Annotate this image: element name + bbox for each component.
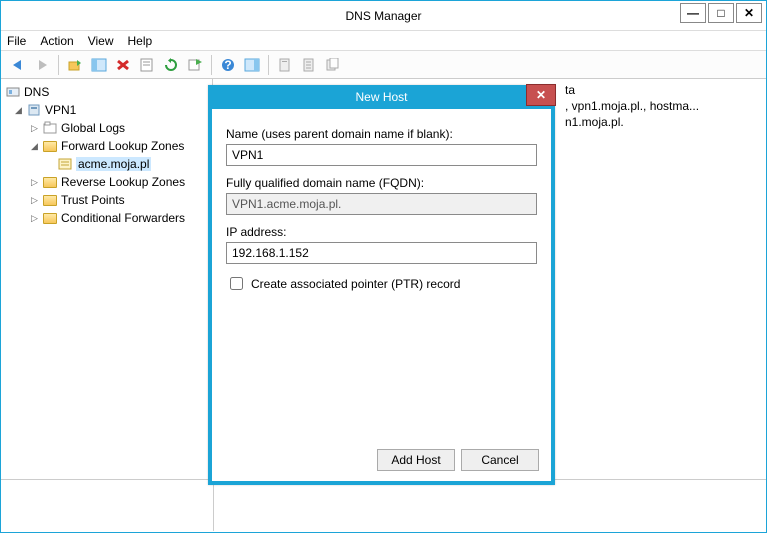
new-host-dialog: New Host ✕ Name (uses parent domain name… — [208, 85, 555, 485]
dialog-body: Name (uses parent domain name if blank):… — [212, 109, 551, 445]
properties-button[interactable] — [136, 54, 158, 76]
collapse-icon[interactable]: ◢ — [13, 105, 24, 116]
dialog-footer: Add Host Cancel — [212, 445, 551, 479]
tree-zone-label: acme.moja.pl — [76, 157, 151, 171]
up-button[interactable] — [64, 54, 86, 76]
name-label: Name (uses parent domain name if blank): — [226, 127, 537, 141]
tree-trust-points[interactable]: ▷ Trust Points — [3, 191, 210, 209]
name-input[interactable] — [226, 144, 537, 166]
dialog-titlebar[interactable]: New Host ✕ — [208, 85, 555, 109]
ptr-label: Create associated pointer (PTR) record — [251, 277, 460, 291]
tree-server[interactable]: ◢ VPN1 — [3, 101, 210, 119]
add-host-button[interactable]: Add Host — [377, 449, 455, 471]
tree-global-logs[interactable]: ▷ Global Logs — [3, 119, 210, 137]
list-row[interactable]: ta — [565, 83, 760, 99]
cancel-button[interactable]: Cancel — [461, 449, 539, 471]
dns-icon — [5, 85, 21, 99]
menubar: File Action View Help — [1, 31, 766, 51]
expand-icon[interactable]: ▷ — [29, 123, 40, 134]
menu-view[interactable]: View — [88, 34, 114, 48]
tool-button-a[interactable] — [274, 54, 296, 76]
tree-root[interactable]: DNS — [3, 83, 210, 101]
folder-icon — [42, 211, 58, 225]
status-strip — [1, 479, 766, 531]
show-hide-tree-button[interactable] — [88, 54, 110, 76]
close-icon: ✕ — [536, 88, 546, 102]
tree-conditional-fwd[interactable]: ▷ Conditional Forwarders — [3, 209, 210, 227]
folder-icon — [42, 121, 58, 135]
minimize-button[interactable]: — — [680, 3, 706, 23]
list-row[interactable]: , vpn1.moja.pl., hostma... — [565, 99, 760, 115]
titlebar: DNS Manager — □ ✕ — [1, 1, 766, 31]
tree-rev-label: Reverse Lookup Zones — [61, 175, 185, 189]
dialog-title: New Host — [355, 90, 407, 104]
expand-icon[interactable]: ▷ — [29, 213, 40, 224]
tree-trust-label: Trust Points — [61, 193, 125, 207]
window-controls: — □ ✕ — [678, 3, 762, 23]
help-button[interactable]: ? — [217, 54, 239, 76]
tree-reverse-zones[interactable]: ▷ Reverse Lookup Zones — [3, 173, 210, 191]
toolbar-separator — [211, 55, 212, 75]
zone-icon — [57, 157, 73, 171]
ip-input[interactable] — [226, 242, 537, 264]
back-button[interactable] — [7, 54, 29, 76]
window-title: DNS Manager — [345, 9, 421, 23]
expand-icon[interactable]: ▷ — [29, 177, 40, 188]
server-icon — [26, 103, 42, 117]
maximize-button[interactable]: □ — [708, 3, 734, 23]
tree-forward-zones[interactable]: ◢ Forward Lookup Zones — [3, 137, 210, 155]
fqdn-input — [226, 193, 537, 215]
folder-icon — [42, 193, 58, 207]
tree-root-label: DNS — [24, 85, 49, 99]
expand-icon[interactable]: ▷ — [29, 195, 40, 206]
delete-button[interactable] — [112, 54, 134, 76]
tree-server-label: VPN1 — [45, 103, 76, 117]
export-button[interactable] — [184, 54, 206, 76]
close-icon: ✕ — [744, 6, 754, 20]
toolbar: ? — [1, 51, 766, 79]
menu-help[interactable]: Help — [128, 34, 153, 48]
status-inner — [213, 480, 766, 531]
toolbar-separator — [268, 55, 269, 75]
minimize-icon: — — [687, 6, 699, 20]
menu-action[interactable]: Action — [40, 34, 73, 48]
ptr-checkbox[interactable] — [230, 277, 243, 290]
action-pane-button[interactable] — [241, 54, 263, 76]
collapse-icon[interactable]: ◢ — [29, 141, 40, 152]
tree-fwd-label: Forward Lookup Zones — [61, 139, 184, 153]
tree-pane: DNS ◢ VPN1 ▷ Global Logs ◢ Forward Looku… — [1, 79, 213, 479]
close-button[interactable]: ✕ — [736, 3, 762, 23]
menu-file[interactable]: File — [7, 34, 26, 48]
toolbar-separator — [58, 55, 59, 75]
folder-icon — [42, 139, 58, 153]
tool-button-b[interactable] — [298, 54, 320, 76]
tree-cond-label: Conditional Forwarders — [61, 211, 185, 225]
tree-zone-selected[interactable]: acme.moja.pl — [3, 155, 210, 173]
tree-global-logs-label: Global Logs — [61, 121, 125, 135]
list-row[interactable]: n1.moja.pl. — [565, 115, 760, 131]
refresh-button[interactable] — [160, 54, 182, 76]
fqdn-label: Fully qualified domain name (FQDN): — [226, 176, 537, 190]
forward-button[interactable] — [31, 54, 53, 76]
folder-icon — [42, 175, 58, 189]
tool-button-c[interactable] — [322, 54, 344, 76]
ip-label: IP address: — [226, 225, 537, 239]
maximize-icon: □ — [717, 6, 724, 20]
svg-text:?: ? — [224, 58, 231, 72]
ptr-checkbox-row: Create associated pointer (PTR) record — [226, 274, 537, 293]
dialog-close-button[interactable]: ✕ — [526, 84, 556, 106]
